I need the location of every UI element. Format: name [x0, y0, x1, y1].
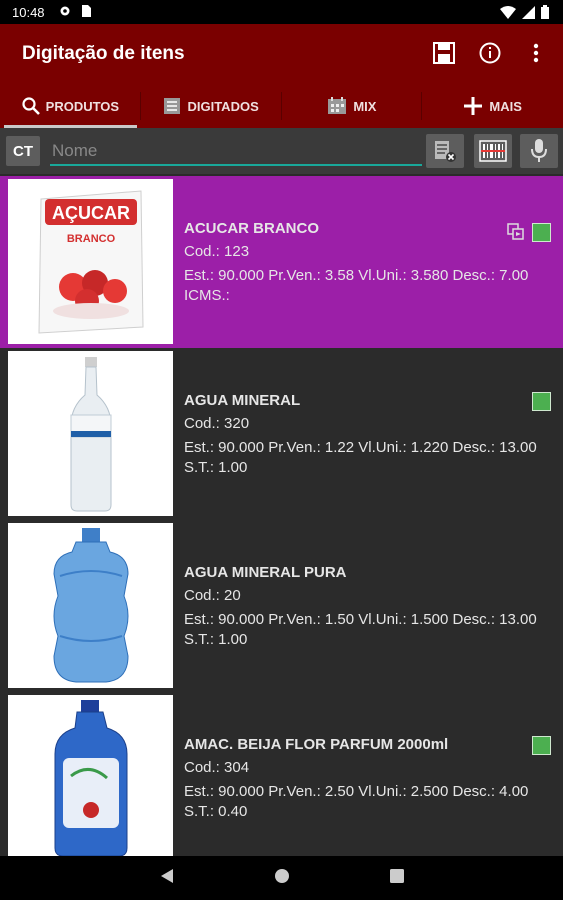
search-input[interactable] — [50, 138, 422, 166]
product-list: AÇUCAR BRANCO ACUCAR BRANCO Cod.: 123 Es… — [0, 176, 563, 856]
status-time: 10:48 — [12, 5, 45, 20]
product-code: Cod.: 304 — [184, 759, 250, 776]
product-details: Est.: 90.000 Pr.Ven.: 2.50 Vl.Uni.: 2.50… — [184, 783, 529, 820]
battery-icon — [541, 5, 549, 19]
save-button[interactable] — [431, 40, 457, 66]
product-details: Est.: 90.000 Pr.Ven.: 1.50 Vl.Uni.: 1.50… — [184, 611, 537, 648]
product-code: Cod.: 123 — [184, 243, 250, 260]
product-details: Est.: 90.000 Pr.Ven.: 3.58 Vl.Uni.: 3.58… — [184, 267, 529, 304]
tab-produtos[interactable]: PRODUTOS — [0, 84, 141, 128]
product-info: AGUA MINERAL Cod.: 320 Est.: 90.000 Pr.V… — [184, 392, 543, 478]
product-name: AGUA MINERAL PURA — [184, 564, 347, 581]
package-brand-text: AÇUCAR — [52, 203, 130, 223]
tab-digitados[interactable]: DIGITADOS — [141, 84, 282, 128]
search-icon — [22, 97, 40, 115]
page-title: Digitação de itens — [22, 43, 185, 64]
product-name: ACUCAR BRANCO — [184, 220, 319, 237]
tab-mix[interactable]: MIX — [282, 84, 423, 128]
product-name: AGUA MINERAL — [184, 392, 301, 409]
product-info: AGUA MINERAL PURA Cod.: 20 Est.: 90.000 … — [184, 564, 543, 650]
signal-icon — [522, 5, 535, 19]
tab-mais[interactable]: MAIS — [422, 84, 563, 128]
back-button[interactable] — [160, 868, 174, 889]
clear-filter-button[interactable] — [426, 134, 464, 168]
tab-bar: PRODUTOS DIGITADOS MIX MAIS — [0, 84, 563, 128]
more-vert-icon — [533, 43, 539, 63]
app-bar: Digitação de itens — [0, 24, 563, 84]
tab-label: PRODUTOS — [45, 98, 120, 114]
product-image — [8, 523, 173, 688]
list-icon — [164, 98, 181, 114]
calendar-icon — [328, 97, 347, 114]
barcode-icon — [479, 140, 507, 162]
product-image — [8, 351, 173, 516]
save-icon — [433, 42, 455, 64]
water-gallon-image — [52, 527, 129, 682]
tab-label: MAIS — [489, 98, 522, 114]
system-nav-bar — [0, 856, 563, 900]
tab-label: DIGITADOS — [187, 98, 259, 114]
list-item[interactable]: AMAC. BEIJA FLOR PARFUM 2000ml Cod.: 304… — [0, 692, 563, 856]
sim-card-icon — [82, 5, 91, 17]
list-item[interactable]: AÇUCAR BRANCO ACUCAR BRANCO Cod.: 123 Es… — [0, 176, 563, 348]
product-image: AÇUCAR BRANCO — [8, 179, 173, 344]
product-info: AMAC. BEIJA FLOR PARFUM 2000ml Cod.: 304… — [184, 736, 543, 822]
back-icon — [160, 868, 173, 883]
list-item[interactable]: AGUA MINERAL Cod.: 320 Est.: 90.000 Pr.V… — [0, 348, 563, 520]
settings-gear-icon — [60, 6, 70, 16]
overflow-menu-button[interactable] — [523, 40, 549, 66]
barcode-scan-button[interactable] — [474, 134, 512, 168]
home-button[interactable] — [274, 868, 290, 889]
info-button[interactable] — [477, 40, 503, 66]
product-info: ACUCAR BRANCO Cod.: 123 Est.: 90.000 Pr.… — [184, 220, 543, 306]
clear-list-icon — [435, 141, 456, 162]
home-icon — [274, 868, 289, 883]
water-bottle-image — [70, 356, 111, 511]
voice-search-button[interactable] — [520, 134, 558, 168]
package-sub-text: BRANCO — [66, 233, 115, 245]
softener-bottle-image — [54, 699, 127, 856]
recents-button[interactable] — [389, 868, 404, 888]
status-bar: 10:48 — [0, 0, 563, 24]
product-details: Est.: 90.000 Pr.Ven.: 1.22 Vl.Uni.: 1.22… — [184, 439, 537, 476]
sugar-package-image: AÇUCAR BRANCO — [37, 189, 144, 334]
product-code: Cod.: 20 — [184, 587, 241, 604]
product-image — [8, 695, 173, 856]
product-name: AMAC. BEIJA FLOR PARFUM 2000ml — [184, 736, 449, 753]
search-type-button[interactable]: CT — [6, 136, 40, 166]
plus-icon — [464, 97, 483, 115]
info-icon — [479, 42, 501, 64]
search-bar: CT — [0, 128, 563, 174]
recents-icon — [389, 868, 404, 883]
product-code: Cod.: 320 — [184, 415, 250, 432]
tab-label: MIX — [353, 98, 377, 114]
wifi-icon — [500, 5, 516, 19]
list-item[interactable]: AGUA MINERAL PURA Cod.: 20 Est.: 90.000 … — [0, 520, 563, 692]
microphone-icon — [531, 139, 547, 162]
